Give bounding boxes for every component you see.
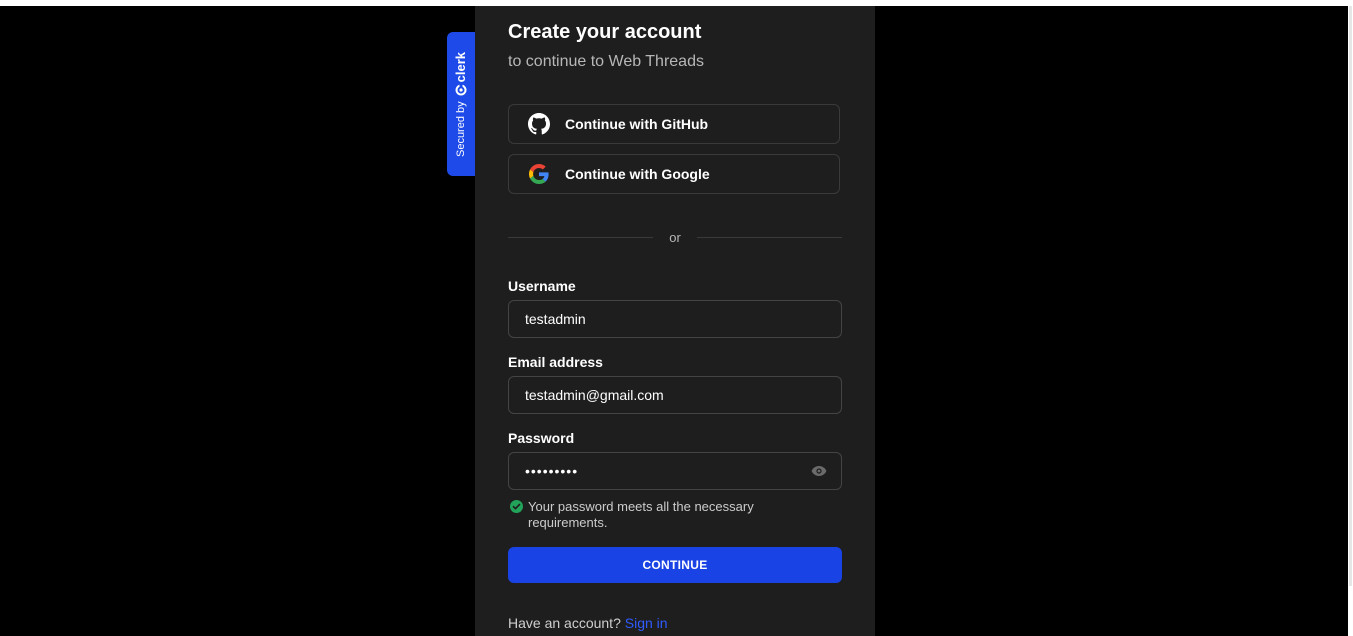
password-hint-text: Your password meets all the necessary re… — [528, 499, 754, 530]
continue-with-google-button[interactable]: Continue with Google — [508, 154, 840, 194]
email-field-container — [508, 376, 842, 414]
show-password-eye-icon[interactable] — [811, 464, 827, 478]
github-icon — [528, 113, 550, 135]
password-label: Password — [508, 430, 575, 446]
secured-by-text: Secured by — [455, 100, 467, 157]
clerk-icon — [455, 83, 467, 96]
divider-line-right — [696, 236, 842, 238]
secured-by-clerk-badge[interactable]: Secured by clerk — [447, 32, 475, 176]
password-input[interactable]: ••••••••• — [525, 463, 578, 479]
continue-button[interactable]: CONTINUE — [508, 547, 842, 583]
page-title: Create your account — [508, 21, 702, 43]
have-account-text: Have an account? — [508, 615, 621, 631]
scrollbar[interactable] — [1348, 6, 1353, 636]
continue-with-github-button[interactable]: Continue with GitHub — [508, 104, 840, 144]
email-label: Email address — [508, 354, 603, 370]
username-label: Username — [508, 278, 576, 294]
success-check-icon — [510, 500, 523, 513]
divider-line-left — [508, 236, 654, 238]
google-button-label: Continue with Google — [565, 166, 710, 182]
or-divider: or — [508, 228, 842, 246]
clerk-brand-text: clerk — [453, 51, 469, 82]
password-requirements-hint: Your password meets all the necessary re… — [510, 499, 810, 531]
divider-text: or — [669, 229, 681, 245]
email-input[interactable] — [525, 387, 785, 403]
sign-in-link[interactable]: Sign in — [625, 615, 668, 631]
scrollbar-thumb[interactable] — [1349, 6, 1352, 586]
username-field-container — [508, 300, 842, 338]
clerk-logo: clerk — [453, 51, 469, 96]
github-button-label: Continue with GitHub — [565, 116, 709, 132]
sign-in-prompt: Have an account? Sign in — [508, 615, 668, 631]
password-field-container: ••••••••• — [508, 452, 842, 490]
google-icon — [528, 163, 550, 185]
page-subtitle: to continue to Web Threads — [508, 53, 704, 70]
username-input[interactable] — [525, 311, 785, 327]
